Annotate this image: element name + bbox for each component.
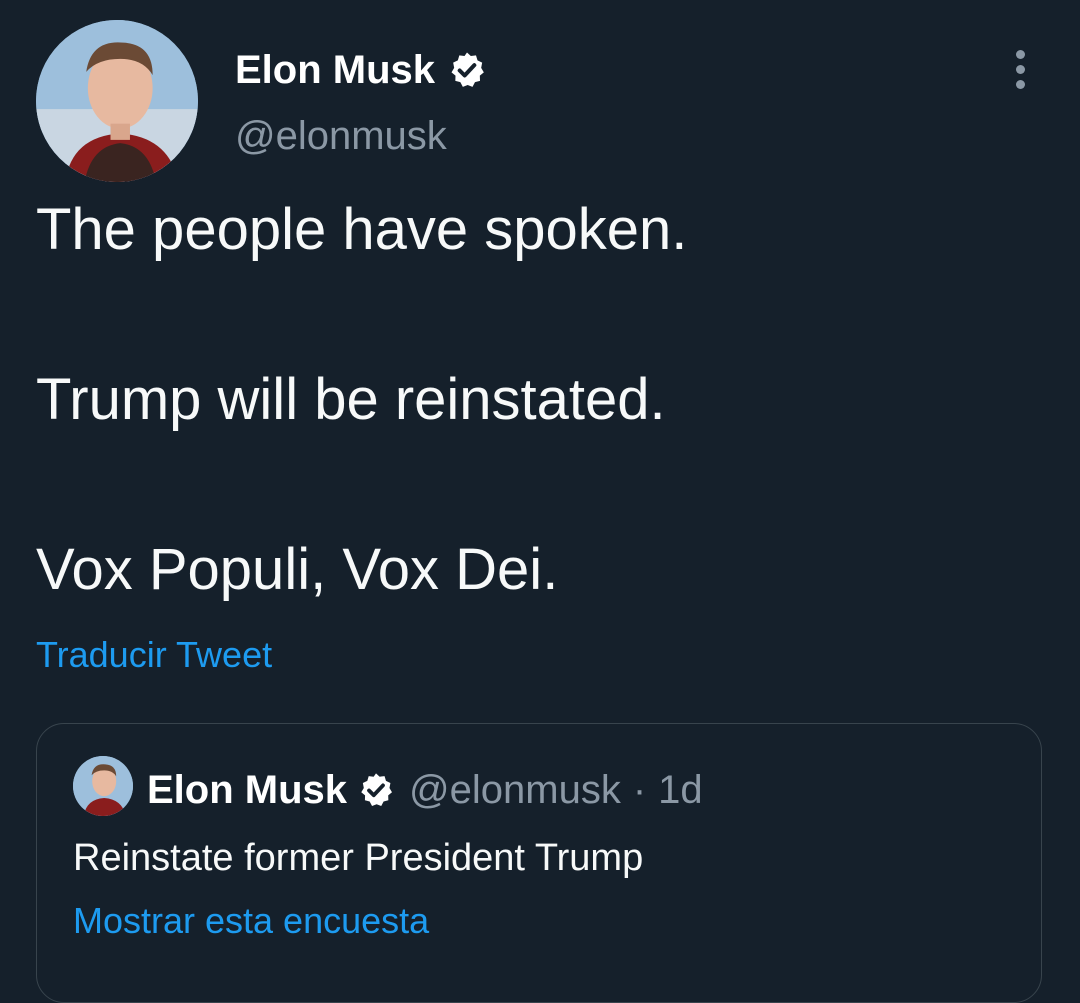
quoted-author-handle: @elonmusk: [409, 768, 621, 812]
quoted-tweet-card[interactable]: Elon Musk @elonmusk · 1d Reinstate forme…: [36, 723, 1042, 1003]
more-options-vertical-icon-dot: [1015, 49, 1025, 59]
verified-badge-icon: [451, 52, 484, 87]
translate-tweet-link[interactable]: Traducir Tweet: [36, 632, 272, 678]
more-options-vertical-icon-dot: [1015, 79, 1025, 89]
avatar-photo: [36, 20, 198, 182]
dot-separator: ·: [632, 768, 647, 812]
tweet-text-line-3: Vox Populi, Vox Dei.: [36, 537, 559, 602]
more-options-vertical-icon-dot: [1015, 64, 1025, 74]
author-name-row[interactable]: Elon Musk: [235, 44, 487, 96]
author-avatar[interactable]: [36, 20, 198, 182]
author-handle[interactable]: @elonmusk: [235, 111, 447, 161]
tweet-text-line-1: The people have spoken.: [36, 197, 688, 262]
verified-badge-icon: [361, 773, 393, 806]
avatar-photo: [73, 756, 133, 816]
show-poll-link[interactable]: Mostrar esta encuesta: [73, 897, 429, 945]
more-options-button[interactable]: [1000, 44, 1040, 94]
quoted-author-avatar: [73, 756, 133, 816]
quoted-tweet-text: Reinstate former President Trump: [73, 837, 644, 879]
tweet-text-line-2: Trump will be reinstated.: [36, 367, 666, 432]
quoted-tweet-timestamp: 1d: [658, 768, 703, 812]
quoted-tweet-header: Elon Musk @elonmusk · 1d: [147, 764, 703, 816]
author-name[interactable]: Elon Musk: [235, 44, 435, 96]
quoted-author-name: Elon Musk: [147, 768, 348, 812]
